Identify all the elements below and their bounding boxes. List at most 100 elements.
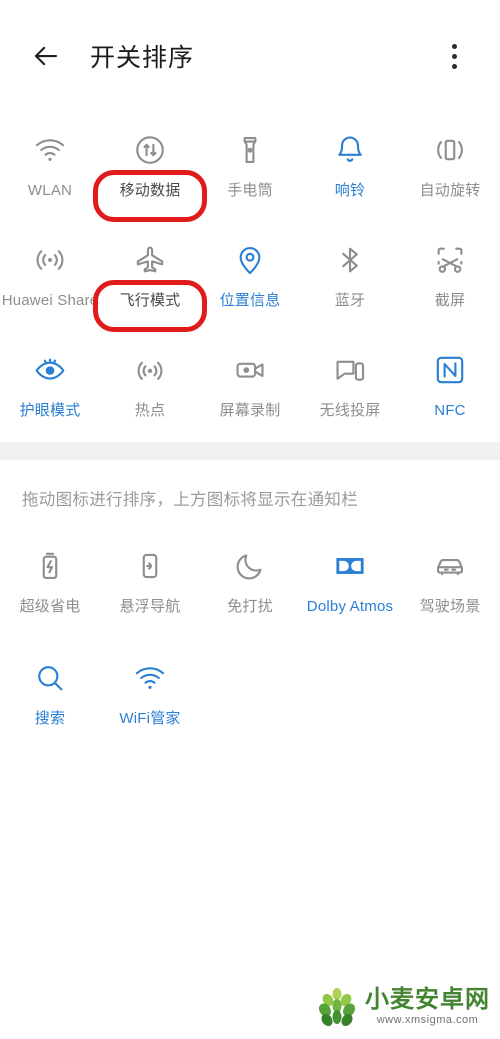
eye-comfort-icon — [35, 358, 65, 380]
sorting-hint-text: 拖动图标进行排序，上方图标将显示在通知栏 — [22, 491, 358, 509]
mobile-data-icon — [136, 136, 164, 164]
location-pin-icon — [239, 247, 261, 275]
cast-screen-icon — [336, 360, 365, 381]
wifi-icon — [35, 139, 65, 161]
switch-label: Dolby Atmos — [306, 598, 394, 615]
switch-tile-tile[interactable]: 截屏 — [400, 222, 500, 332]
car-icon-wrapper — [427, 546, 473, 586]
screenshot-icon-wrapper — [427, 240, 473, 280]
screen-record-icon — [236, 362, 264, 378]
hotspot-icon-wrapper — [127, 350, 173, 390]
floating-nav-icon-wrapper — [127, 546, 173, 586]
switch-tile-tile[interactable]: 免打扰 — [200, 528, 300, 640]
bluetooth-icon-wrapper — [327, 240, 373, 280]
watermark-text: 小麦安卓网 www.xmsigma.com — [365, 988, 490, 1026]
wheat-logo-icon — [318, 988, 356, 1027]
switch-label: 护眼模式 — [19, 402, 81, 419]
switch-tile-tile[interactable]: 热点 — [100, 332, 200, 442]
battery-saver-icon — [42, 552, 58, 579]
section-divider-band — [0, 443, 500, 460]
switch-label: WLAN — [27, 182, 73, 199]
switch-label: 截屏 — [434, 292, 466, 309]
switch-label: 移动数据 — [119, 182, 181, 199]
nfc-icon-wrapper — [427, 350, 473, 390]
bell-icon — [338, 136, 362, 162]
switch-tile-tile[interactable]: 悬浮导航 — [100, 528, 200, 640]
switch-tile-tile[interactable]: 护眼模式 — [0, 332, 100, 442]
switch-tile-huawei-share[interactable]: Huawei Share — [0, 222, 100, 332]
dolby-icon — [336, 558, 364, 574]
switch-tile-tile[interactable]: 蓝牙 — [300, 222, 400, 332]
switch-label: 屏幕录制 — [219, 402, 281, 419]
switch-label: Huawei Share — [1, 292, 99, 309]
nfc-icon — [436, 356, 464, 384]
switch-tile-tile[interactable]: 移动数据 — [100, 112, 200, 222]
switch-tile-nfc[interactable]: NFC — [400, 332, 500, 442]
switch-label: 响铃 — [334, 182, 366, 199]
hidden-switches-grid: 超级省电 悬浮导航 免打扰 Dolby Atmos 驾驶场景搜索 WiFi管家 — [0, 528, 500, 752]
airplane-icon-wrapper — [127, 240, 173, 280]
dolby-icon-wrapper — [327, 546, 373, 586]
app-header: 开关排序 — [0, 0, 500, 112]
screenshot-icon — [437, 247, 463, 273]
switch-label: 热点 — [134, 402, 166, 419]
flashlight-icon-wrapper — [227, 130, 273, 170]
more-vertical-icon-dot — [451, 53, 457, 59]
switch-tile-tile[interactable]: 无线投屏 — [300, 332, 400, 442]
more-vertical-icon-dot — [451, 63, 457, 69]
moon-icon — [236, 554, 262, 580]
switch-label: 搜索 — [34, 710, 66, 727]
switch-tile-wifi[interactable]: WiFi管家 — [100, 640, 200, 752]
eye-comfort-icon-wrapper — [27, 350, 73, 390]
airplane-icon — [136, 246, 164, 273]
switch-label: 蓝牙 — [334, 292, 366, 309]
location-pin-icon-wrapper — [227, 240, 273, 280]
moon-icon-wrapper — [227, 546, 273, 586]
more-vertical-icon-dot — [451, 43, 457, 49]
switch-label: 免打扰 — [227, 598, 273, 615]
bluetooth-icon — [342, 247, 358, 273]
search-icon — [38, 666, 63, 691]
flashlight-icon — [243, 137, 257, 163]
page-title: 开关排序 — [90, 44, 195, 72]
switch-tile-tile[interactable]: 自动旋转 — [400, 112, 500, 222]
switch-label: 悬浮导航 — [119, 598, 181, 615]
mobile-data-icon-wrapper — [127, 130, 173, 170]
switch-tile-tile[interactable]: 响铃 — [300, 112, 400, 222]
arrow-left-icon — [34, 46, 58, 66]
switch-tile-tile[interactable]: 屏幕录制 — [200, 332, 300, 442]
cast-screen-icon-wrapper — [327, 350, 373, 390]
floating-nav-icon — [142, 553, 158, 579]
switch-tile-tile[interactable]: 飞行模式 — [100, 222, 200, 332]
switch-tile-tile[interactable]: 位置信息 — [200, 222, 300, 332]
switch-label: 飞行模式 — [119, 292, 181, 309]
switch-tile-tile[interactable]: 超级省电 — [0, 528, 100, 640]
watermark-name: 小麦安卓网 — [365, 986, 490, 1013]
switch-label: 驾驶场景 — [419, 598, 481, 615]
switch-label: WiFi管家 — [119, 710, 181, 727]
switch-tile-tile[interactable]: 手电筒 — [200, 112, 300, 222]
switch-label: 位置信息 — [219, 292, 281, 309]
wifi-icon-wrapper — [27, 130, 73, 170]
switch-label: 手电筒 — [227, 182, 273, 199]
switch-tile-tile[interactable]: 驾驶场景 — [400, 528, 500, 640]
wifi-manager-icon — [135, 667, 165, 689]
battery-saver-icon-wrapper — [27, 546, 73, 586]
switch-tile-tile[interactable]: 搜索 — [0, 640, 100, 752]
switch-sorting-screen: 开关排序 WLAN 移动数据 手电筒 响铃 自动旋转 Huawei Share 飞行模式 位置… — [0, 0, 500, 1039]
huawei-share-icon-wrapper — [27, 240, 73, 280]
watermark-url: www.xmsigma.com — [376, 1014, 479, 1026]
search-icon-wrapper — [27, 658, 73, 698]
car-icon — [437, 558, 463, 576]
switch-tile-wlan[interactable]: WLAN — [0, 112, 100, 222]
huawei-share-icon — [36, 250, 64, 270]
active-switches-grid: WLAN 移动数据 手电筒 响铃 自动旋转 Huawei Share 飞行模式 位置信息 蓝牙 截… — [0, 112, 500, 442]
switch-label: 超级省电 — [19, 598, 81, 615]
switch-label: NFC — [434, 402, 466, 419]
back-button[interactable] — [24, 34, 68, 78]
switch-label: 自动旋转 — [419, 182, 481, 199]
auto-rotate-icon — [437, 139, 463, 161]
more-options-button[interactable] — [434, 34, 474, 78]
hotspot-icon — [137, 361, 163, 380]
switch-tile-dolby-atmos[interactable]: Dolby Atmos — [300, 528, 400, 640]
